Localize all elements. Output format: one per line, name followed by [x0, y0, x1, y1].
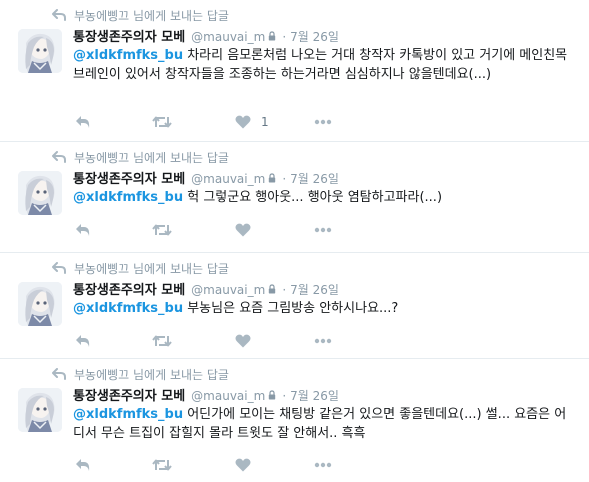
reply-button[interactable]: [75, 113, 91, 131]
user-handle[interactable]: @mauvai_m: [191, 283, 265, 297]
lock-icon: [268, 172, 276, 183]
reply-context-text[interactable]: 부농에삥끄 님에게 보내는 답글: [74, 149, 229, 166]
reply-context: 부농에삥끄 님에게 보내는 답글: [52, 260, 229, 276]
retweet-icon: [152, 115, 172, 129]
tweet-header: 통장생존주의자 모베 @mauvai_m · 7월 26일: [73, 385, 339, 404]
tweet-header: 통장생존주의자 모베 @mauvai_m · 7월 26일: [73, 279, 339, 298]
retweet-button[interactable]: [152, 456, 172, 474]
user-handle[interactable]: @mauvai_m: [191, 172, 265, 186]
more-icon: [314, 227, 332, 233]
user-handle[interactable]: @mauvai_m: [191, 30, 265, 44]
more-icon: [314, 338, 332, 344]
timestamp[interactable]: 7월 26일: [290, 281, 339, 298]
separator-dot: ·: [282, 30, 287, 44]
avatar[interactable]: [18, 282, 62, 326]
more-icon: [314, 119, 332, 125]
lock-icon: [268, 30, 276, 41]
tweet-body: 헉 그렇군요 행아웃... 행아웃 염탐하고파라(...): [183, 190, 443, 205]
display-name[interactable]: 통장생존주의자 모베: [73, 26, 185, 45]
reply-button[interactable]: [75, 332, 91, 350]
more-icon: [314, 462, 332, 468]
display-name[interactable]: 통장생존주의자 모베: [73, 385, 185, 404]
reply-arrow-icon: [52, 262, 66, 274]
like-button[interactable]: [235, 221, 261, 239]
more-button[interactable]: [314, 221, 332, 239]
tweet-body: 부농님은 요즘 그림방송 안하시나요...?: [183, 301, 399, 316]
more-button[interactable]: [314, 113, 332, 131]
like-button[interactable]: [235, 332, 261, 350]
reply-icon: [75, 115, 91, 129]
reply-context: 부농에삥끄 님에게 보내는 답글: [52, 7, 229, 23]
reply-icon: [75, 458, 91, 472]
tweet-text: @xldkfmfks_bu 헉 그렇군요 행아웃... 행아웃 염탐하고파라(.…: [73, 188, 573, 207]
retweet-button[interactable]: [152, 221, 172, 239]
tweet[interactable]: 부농에삥끄 님에게 보내는 답글 통장생존주의자 모베 @mauvai_m · …: [0, 253, 589, 359]
heart-icon: [235, 334, 251, 348]
retweet-icon: [152, 458, 172, 472]
separator-dot: ·: [282, 172, 287, 186]
reply-arrow-icon: [52, 151, 66, 163]
heart-icon: [235, 223, 251, 237]
separator-dot: ·: [282, 389, 287, 403]
mention-link[interactable]: @xldkfmfks_bu: [73, 407, 183, 422]
reply-context-text[interactable]: 부농에삥끄 님에게 보내는 답글: [74, 260, 229, 277]
display-name[interactable]: 통장생존주의자 모베: [73, 279, 185, 298]
timestamp[interactable]: 7월 26일: [290, 28, 339, 45]
reply-context: 부농에삥끄 님에게 보내는 답글: [52, 149, 229, 165]
timestamp[interactable]: 7월 26일: [290, 170, 339, 187]
avatar[interactable]: [18, 29, 62, 73]
reply-button[interactable]: [75, 221, 91, 239]
lock-icon: [268, 283, 276, 294]
reply-context-text[interactable]: 부농에삥끄 님에게 보내는 답글: [74, 7, 229, 24]
reply-arrow-icon: [52, 9, 66, 21]
more-button[interactable]: [314, 456, 332, 474]
retweet-icon: [152, 334, 172, 348]
avatar[interactable]: [18, 388, 62, 432]
user-handle[interactable]: @mauvai_m: [191, 389, 265, 403]
tweet-header: 통장생존주의자 모베 @mauvai_m · 7월 26일: [73, 168, 339, 187]
avatar[interactable]: [18, 171, 62, 215]
tweet[interactable]: 부농에삥끄 님에게 보내는 답글 통장생존주의자 모베 @mauvai_m · …: [0, 359, 589, 482]
tweet[interactable]: 부농에삥끄 님에게 보내는 답글 통장생존주의자 모베 @mauvai_m · …: [0, 0, 589, 142]
retweet-icon: [152, 223, 172, 237]
separator-dot: ·: [282, 283, 287, 297]
heart-icon: [235, 115, 251, 129]
timestamp[interactable]: 7월 26일: [290, 387, 339, 404]
mention-link[interactable]: @xldkfmfks_bu: [73, 190, 183, 205]
heart-icon: [235, 458, 251, 472]
mention-link[interactable]: @xldkfmfks_bu: [73, 301, 183, 316]
tweet-text: @xldkfmfks_bu 부농님은 요즘 그림방송 안하시나요...?: [73, 299, 573, 318]
like-count: 1: [261, 115, 269, 129]
mention-link[interactable]: @xldkfmfks_bu: [73, 48, 183, 63]
reply-context-text[interactable]: 부농에삥끄 님에게 보내는 답글: [74, 366, 229, 383]
retweet-button[interactable]: [152, 332, 172, 350]
tweet-text: @xldkfmfks_bu 어딘가에 모이는 채팅방 같은거 있으면 좋을텐데요…: [73, 405, 573, 443]
display-name[interactable]: 통장생존주의자 모베: [73, 168, 185, 187]
reply-context: 부농에삥끄 님에게 보내는 답글: [52, 366, 229, 382]
reply-button[interactable]: [75, 456, 91, 474]
retweet-button[interactable]: [152, 113, 172, 131]
more-button[interactable]: [314, 332, 332, 350]
tweet-header: 통장생존주의자 모베 @mauvai_m · 7월 26일: [73, 26, 339, 45]
reply-icon: [75, 334, 91, 348]
reply-icon: [75, 223, 91, 237]
reply-arrow-icon: [52, 368, 66, 380]
like-button[interactable]: 1: [235, 113, 269, 131]
tweet-text: @xldkfmfks_bu 차라리 음모론처럼 나오는 거대 창작자 카톡방이 …: [73, 46, 573, 84]
tweet[interactable]: 부농에삥끄 님에게 보내는 답글 통장생존주의자 모베 @mauvai_m · …: [0, 142, 589, 253]
like-button[interactable]: [235, 456, 261, 474]
lock-icon: [268, 389, 276, 400]
